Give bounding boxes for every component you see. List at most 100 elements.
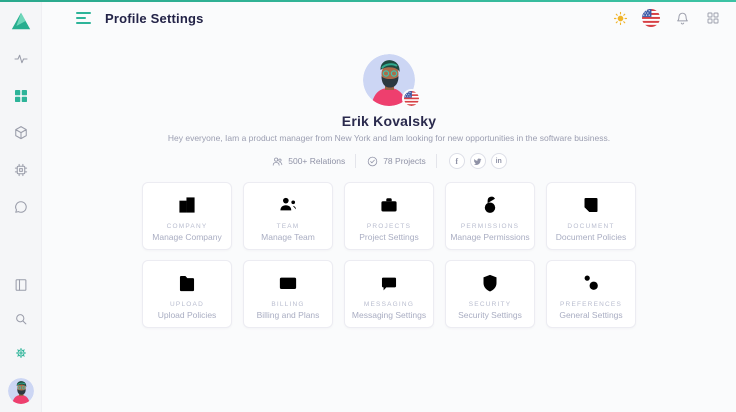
card-category: Preferences bbox=[560, 301, 622, 308]
language-selector-button[interactable] bbox=[642, 9, 660, 27]
card-category: Team bbox=[277, 223, 300, 230]
unlock-icon bbox=[477, 192, 503, 218]
card-label: Security Settings bbox=[458, 310, 522, 320]
card-projects[interactable]: Projects Project Settings bbox=[344, 182, 434, 250]
stat-relations: 500+ Relations bbox=[271, 155, 345, 168]
card-permissions[interactable]: Permissions Manage Permissions bbox=[445, 182, 535, 250]
us-flag-icon bbox=[642, 9, 660, 27]
app-logo[interactable] bbox=[9, 9, 33, 33]
card-label: Manage Company bbox=[152, 232, 221, 242]
twitter-button[interactable] bbox=[470, 153, 486, 169]
stat-projects-label: 78 Projects bbox=[383, 156, 426, 166]
card-billing[interactable]: Billing Billing and Plans bbox=[243, 260, 333, 328]
linkedin-icon: in bbox=[496, 158, 502, 165]
card-label: Manage Team bbox=[261, 232, 315, 242]
card-category: Billing bbox=[271, 301, 304, 308]
chat-bubble-icon bbox=[12, 198, 30, 216]
sidebar-item-panels[interactable] bbox=[12, 276, 30, 294]
divider bbox=[355, 154, 356, 168]
profile-name: Erik Kovalsky bbox=[342, 113, 436, 129]
profile-stats: 500+ Relations 78 Projects f in bbox=[271, 153, 506, 169]
menu-toggle-button[interactable] bbox=[76, 12, 92, 24]
settings-gear-icon bbox=[12, 344, 30, 362]
top-accent-strip bbox=[0, 0, 736, 2]
cube-icon bbox=[12, 124, 30, 142]
message-icon bbox=[376, 270, 402, 296]
card-category: Messaging bbox=[364, 301, 414, 308]
notifications-button[interactable] bbox=[673, 9, 691, 27]
apps-grid-icon bbox=[705, 10, 721, 26]
card-company[interactable]: Company Manage Company bbox=[142, 182, 232, 250]
triangle-logo-icon bbox=[10, 10, 32, 32]
linkedin-button[interactable]: in bbox=[491, 153, 507, 169]
check-circle-icon bbox=[366, 155, 379, 168]
facebook-icon: f bbox=[455, 157, 458, 166]
sidebar-item-settings[interactable] bbox=[12, 344, 30, 362]
profile-avatar bbox=[363, 54, 415, 106]
card-label: Project Settings bbox=[359, 232, 419, 242]
folder-upload-icon bbox=[174, 270, 200, 296]
users-icon bbox=[271, 155, 284, 168]
card-category: Company bbox=[167, 223, 208, 230]
header-actions bbox=[611, 9, 722, 27]
search-icon bbox=[12, 310, 30, 328]
dashboard-grid-icon bbox=[12, 87, 30, 105]
gears-icon bbox=[578, 270, 604, 296]
profile-settings-page: Erik Kovalsky Hey everyone, Iam a produc… bbox=[42, 34, 736, 412]
card-security[interactable]: Security Security Settings bbox=[445, 260, 535, 328]
apps-menu-button[interactable] bbox=[704, 9, 722, 27]
card-category: Projects bbox=[367, 223, 411, 230]
chip-icon bbox=[12, 161, 30, 179]
card-category: Document bbox=[567, 223, 614, 230]
card-label: Document Policies bbox=[556, 232, 626, 242]
credit-card-icon bbox=[275, 270, 301, 296]
card-label: Messaging Settings bbox=[352, 310, 426, 320]
sidebar-item-activity[interactable] bbox=[12, 50, 30, 68]
card-label: General Settings bbox=[559, 310, 622, 320]
briefcase-icon bbox=[376, 192, 402, 218]
building-icon bbox=[174, 192, 200, 218]
twitter-icon bbox=[473, 157, 482, 166]
sidebar-item-search[interactable] bbox=[12, 310, 30, 328]
sidebar-user-avatar[interactable] bbox=[8, 378, 34, 404]
card-category: Security bbox=[469, 301, 511, 308]
menu-icon bbox=[76, 12, 91, 14]
page-title: Profile Settings bbox=[105, 11, 204, 26]
sidebar-item-system[interactable] bbox=[12, 161, 30, 179]
theme-toggle-button[interactable] bbox=[611, 9, 629, 27]
sidebar-nav bbox=[12, 50, 30, 216]
stat-projects: 78 Projects bbox=[366, 155, 426, 168]
user-avatar-image bbox=[8, 378, 34, 404]
sidebar-bottom bbox=[8, 276, 34, 412]
card-messaging[interactable]: Messaging Messaging Settings bbox=[344, 260, 434, 328]
shield-icon bbox=[477, 270, 503, 296]
card-preferences[interactable]: Preferences General Settings bbox=[546, 260, 636, 328]
us-flag-icon bbox=[404, 91, 419, 106]
document-icon bbox=[578, 192, 604, 218]
card-document[interactable]: Document Document Policies bbox=[546, 182, 636, 250]
sun-icon bbox=[612, 10, 629, 27]
sidebar-item-dashboard[interactable] bbox=[12, 87, 30, 105]
sidebar-item-packages[interactable] bbox=[12, 124, 30, 142]
sidebar-item-chat[interactable] bbox=[12, 198, 30, 216]
header: Profile Settings bbox=[42, 2, 736, 34]
facebook-button[interactable]: f bbox=[449, 153, 465, 169]
country-flag-badge bbox=[402, 89, 421, 108]
team-icon bbox=[275, 192, 301, 218]
layout-panel-icon bbox=[12, 276, 30, 294]
divider bbox=[436, 154, 437, 168]
card-category: Upload bbox=[170, 301, 204, 308]
bell-icon bbox=[674, 10, 691, 27]
card-label: Billing and Plans bbox=[257, 310, 320, 320]
activity-icon bbox=[12, 50, 30, 68]
social-links: f in bbox=[449, 153, 507, 169]
stat-relations-label: 500+ Relations bbox=[288, 156, 345, 166]
sidebar bbox=[0, 2, 42, 412]
card-upload[interactable]: Upload Upload Policies bbox=[142, 260, 232, 328]
settings-cards-grid: Company Manage Company Team Manage Team … bbox=[142, 182, 636, 328]
card-team[interactable]: Team Manage Team bbox=[243, 182, 333, 250]
card-label: Upload Policies bbox=[158, 310, 217, 320]
profile-bio: Hey everyone, Iam a product manager from… bbox=[168, 133, 610, 143]
card-category: Permissions bbox=[461, 223, 519, 230]
card-label: Manage Permissions bbox=[450, 232, 529, 242]
